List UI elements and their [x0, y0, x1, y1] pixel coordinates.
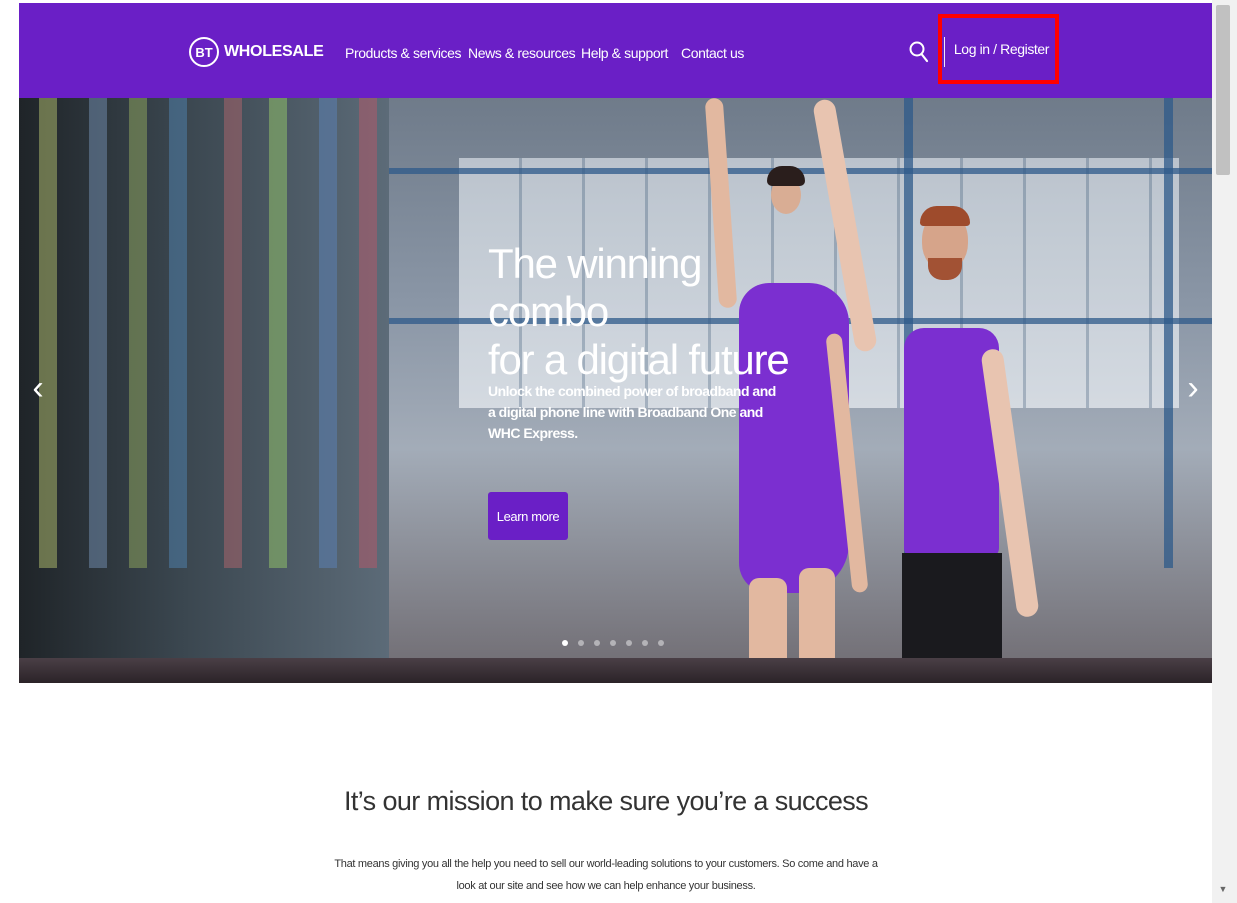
carousel-dot[interactable]: [578, 640, 584, 646]
wall-panel: [319, 98, 337, 568]
carousel-dot[interactable]: [610, 640, 616, 646]
gymnast-man: [812, 98, 1054, 683]
carousel-dot[interactable]: [626, 640, 632, 646]
search-icon[interactable]: [908, 40, 930, 64]
carousel-dot[interactable]: [642, 640, 648, 646]
wall-panel: [224, 98, 242, 568]
chevron-left-icon[interactable]: ‹: [23, 368, 53, 408]
wall-panel: [169, 98, 187, 568]
bt-logo-circle: BT: [189, 37, 219, 67]
carousel-dot[interactable]: [562, 640, 568, 646]
gym-floor: [19, 658, 1212, 683]
site-header: BT WHOLESALE Products & services News & …: [19, 3, 1212, 98]
hero-title: The winning combo for a digital future: [488, 240, 790, 383]
chevron-right-icon[interactable]: ›: [1178, 368, 1208, 408]
hero-carousel: The winning combo for a digital future U…: [19, 98, 1212, 683]
login-register-button[interactable]: Log in / Register: [938, 14, 1059, 84]
nav-help-support[interactable]: Help & support: [581, 45, 668, 61]
mission-text: That means giving you all the help you n…: [334, 858, 878, 892]
hero-subtitle: Unlock the combined power of broadband a…: [488, 383, 776, 441]
mission-title: It’s our mission to make sure you’re a s…: [343, 786, 869, 816]
wall-panel: [129, 98, 147, 568]
learn-more-button[interactable]: Learn more: [488, 492, 568, 540]
vertical-scrollbar[interactable]: ▼: [1212, 0, 1237, 903]
carousel-dots: [562, 640, 664, 646]
wall-panel: [39, 98, 57, 568]
carousel-dot[interactable]: [594, 640, 600, 646]
carousel-dot[interactable]: [658, 640, 664, 646]
nav-contact-us[interactable]: Contact us: [681, 45, 744, 61]
nav-products-services[interactable]: Products & services: [345, 45, 462, 61]
logo-text: WHOLESALE: [224, 43, 324, 60]
page: BT WHOLESALE Products & services News & …: [0, 0, 1212, 903]
scrollbar-thumb[interactable]: [1216, 5, 1230, 175]
wall-panel: [359, 98, 377, 568]
nav-news-resources[interactable]: News & resources: [468, 45, 576, 61]
bt-wholesale-logo[interactable]: BT WHOLESALE: [189, 32, 324, 72]
wall-panel: [269, 98, 287, 568]
wall-panel: [89, 98, 107, 568]
scroll-down-arrow-icon[interactable]: ▼: [1218, 884, 1228, 894]
login-register-label: Log in / Register: [953, 41, 1050, 57]
